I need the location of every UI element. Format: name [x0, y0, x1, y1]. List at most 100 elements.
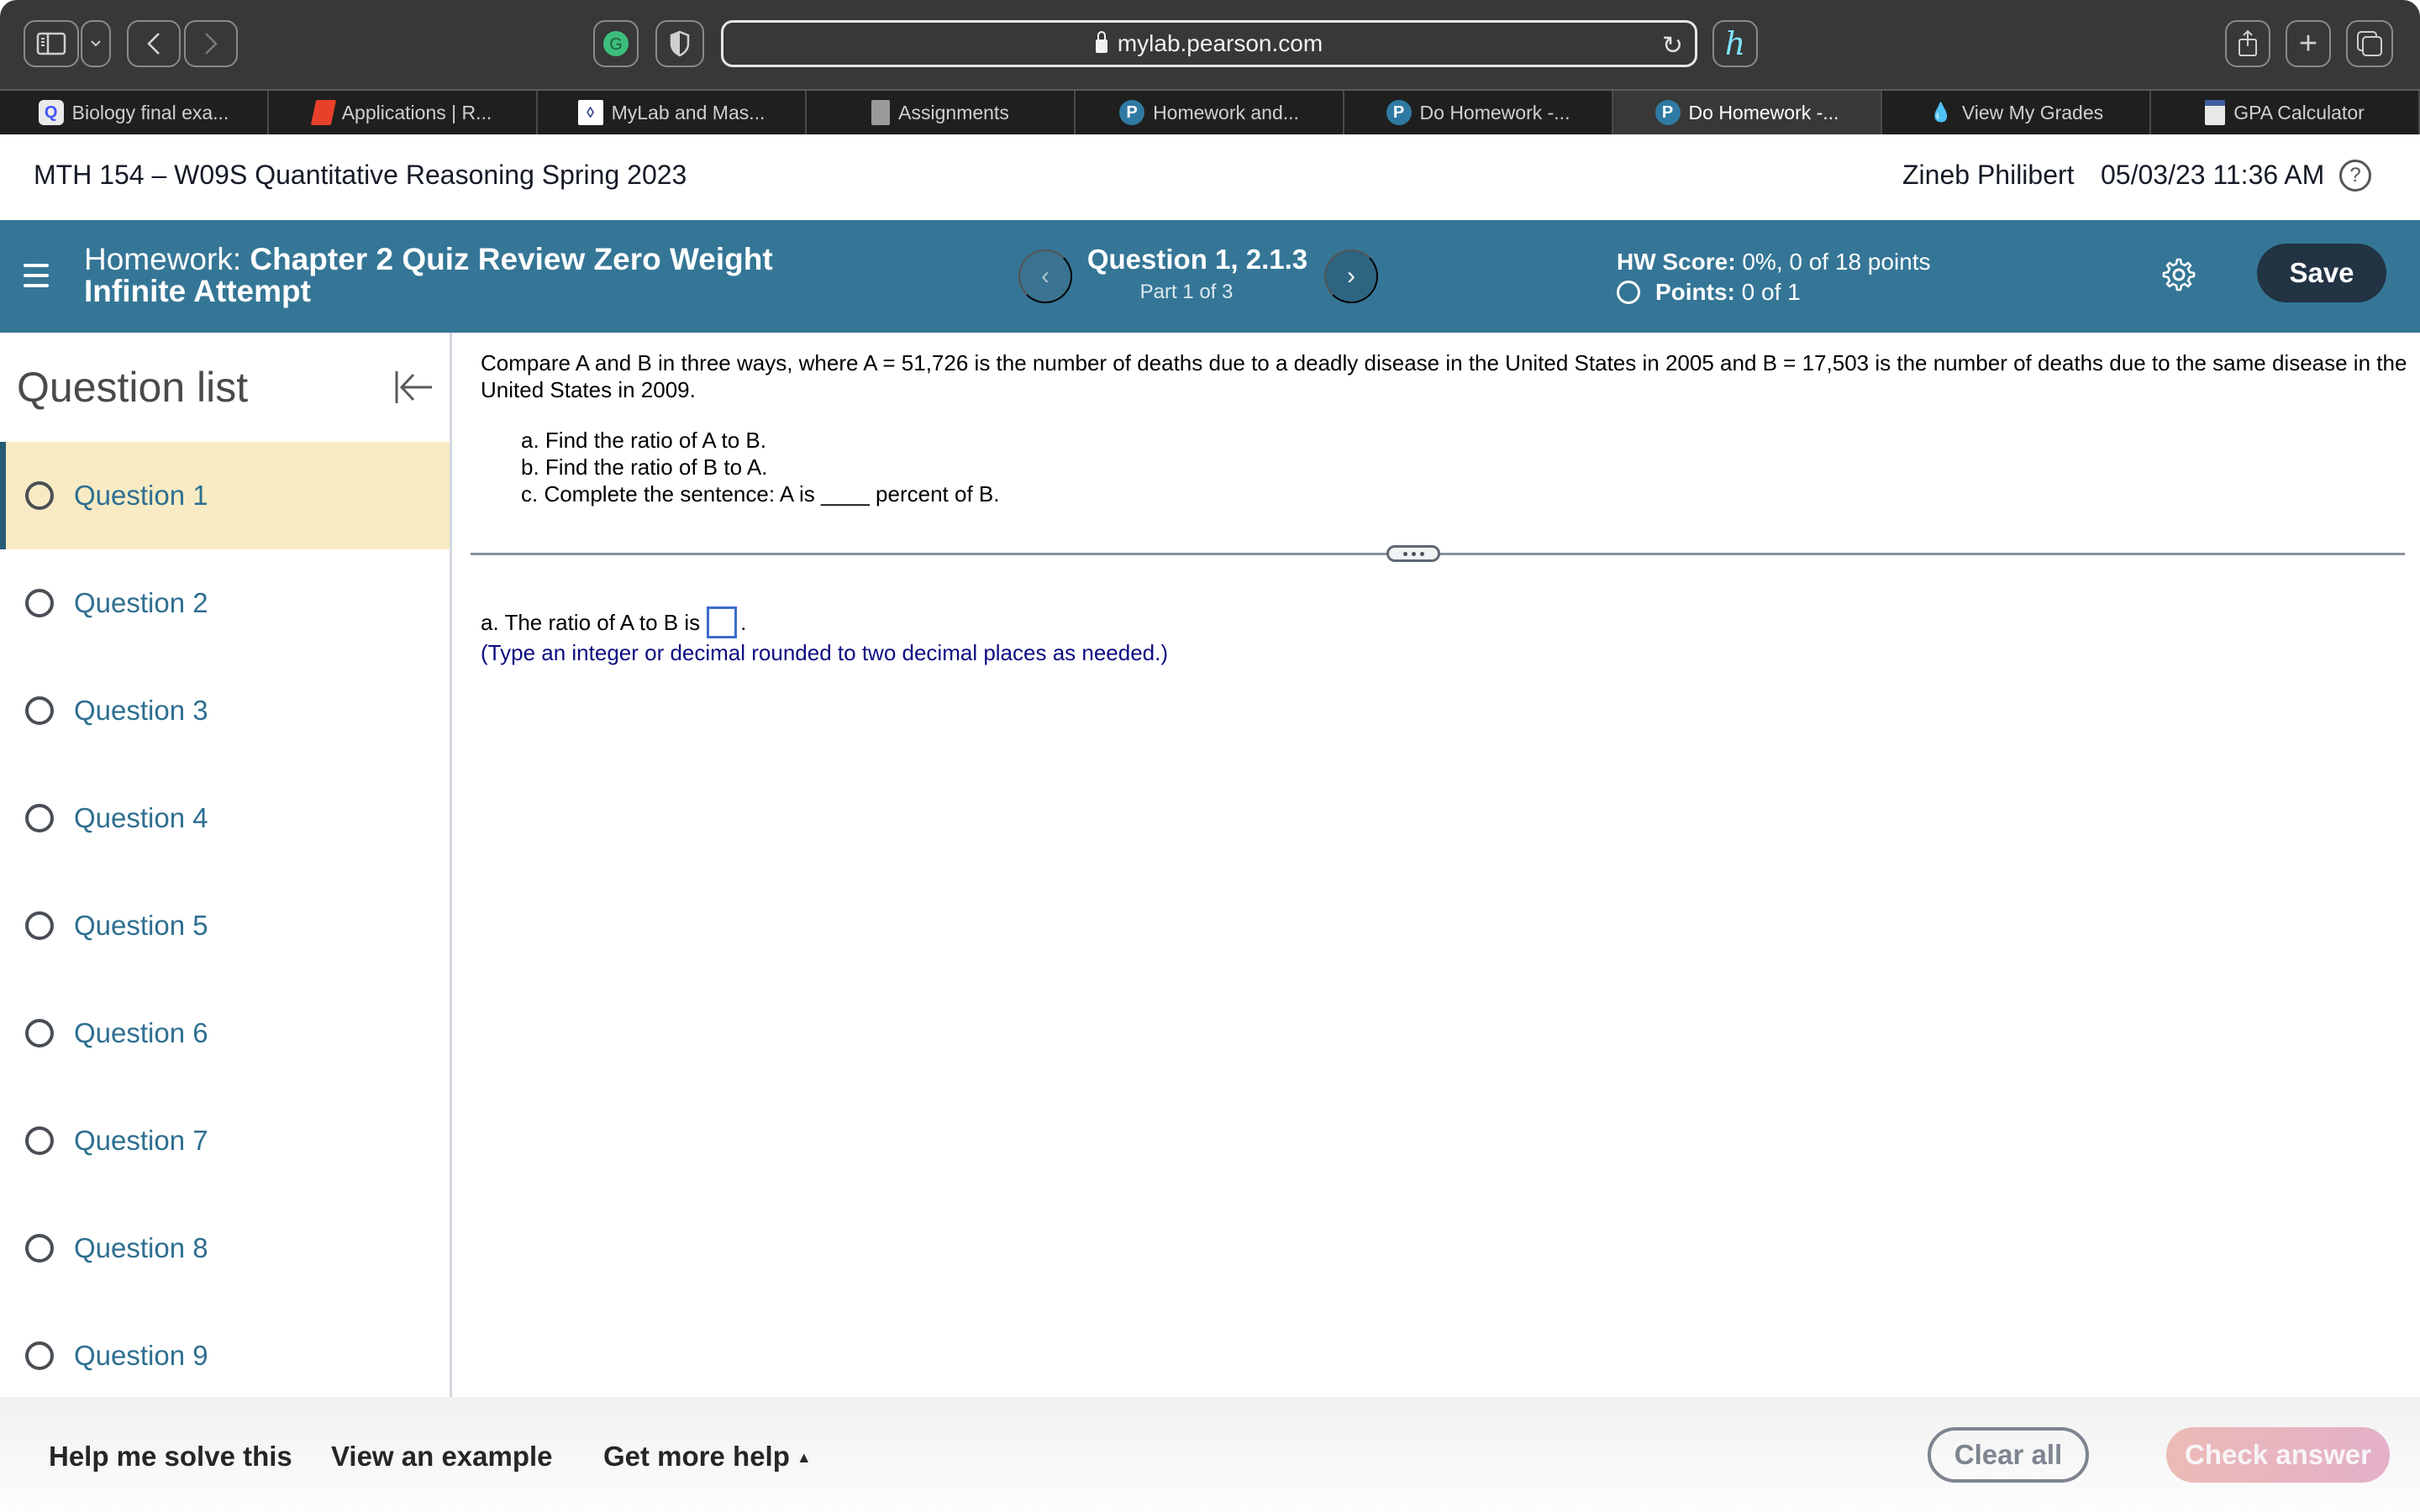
- question-list-item[interactable]: Question 8: [0, 1194, 450, 1302]
- question-parts: a. Find the ratio of A to B. b. Find the…: [521, 427, 999, 507]
- browser-tab[interactable]: P Do Homework -...: [1344, 91, 1613, 134]
- quizlet-icon: Q: [38, 100, 64, 125]
- hw-score-value: 0%, 0 of 18 points: [1742, 249, 1931, 275]
- browser-tab[interactable]: ◊ MyLab and Mas...: [538, 91, 807, 134]
- url-text: mylab.pearson.com: [1117, 30, 1323, 56]
- gear-icon[interactable]: [2161, 257, 2196, 292]
- check-answer-button[interactable]: Check answer: [2166, 1427, 2390, 1483]
- new-tab-icon: +: [2298, 26, 2318, 61]
- question-status-icon: [25, 804, 54, 832]
- browser-toolbar: G mylab.pearson.com ↻ h +: [0, 0, 2420, 89]
- collapse-sidebar-icon[interactable]: [393, 368, 435, 407]
- question-list-item[interactable]: Question 9: [0, 1302, 450, 1397]
- hw-score: HW Score: 0%, 0 of 18 points: [1617, 249, 1931, 276]
- privacy-extension-button[interactable]: [655, 20, 704, 67]
- tab-label: View My Grades: [1961, 101, 2104, 123]
- help-icon[interactable]: ?: [2339, 160, 2371, 192]
- pearson-icon: P: [1655, 100, 1681, 125]
- course-header: MTH 154 – W09S Quantitative Reasoning Sp…: [0, 134, 2420, 220]
- browser-tab[interactable]: Assignments: [807, 91, 1076, 134]
- next-question-button[interactable]: ›: [1324, 249, 1378, 303]
- sidebar-dropdown-button[interactable]: [81, 20, 111, 67]
- address-bar[interactable]: mylab.pearson.com ↻: [721, 20, 1697, 67]
- question-part-b: b. Find the ratio of B to A.: [521, 454, 768, 480]
- help-me-solve-this-button[interactable]: Help me solve this: [49, 1441, 292, 1473]
- flame-icon: 💧: [1929, 102, 1953, 123]
- browser-tab-active[interactable]: P Do Homework -...: [1613, 91, 1882, 134]
- homework-bar: Homework: Chapter 2 Quiz Review Zero Wei…: [0, 220, 2420, 333]
- tab-label: Homework and...: [1153, 101, 1299, 123]
- reload-icon[interactable]: ↻: [1662, 31, 1683, 60]
- browser-tab[interactable]: Q Biology final exa...: [0, 91, 269, 134]
- clear-all-button[interactable]: Clear all: [1928, 1427, 2089, 1483]
- caret-up-icon: ▲: [796, 1449, 812, 1466]
- course-title: MTH 154 – W09S Quantitative Reasoning Sp…: [34, 160, 687, 190]
- question-list-item[interactable]: Question 2: [0, 549, 450, 657]
- answer-line: a. The ratio of A to B is .: [481, 606, 746, 638]
- grammarly-extension-button[interactable]: G: [593, 20, 639, 67]
- question-label: Question 5: [74, 910, 208, 941]
- forward-button[interactable]: [184, 20, 238, 67]
- question-label: Question 1: [74, 480, 208, 511]
- get-more-help-label: Get more help: [603, 1441, 790, 1472]
- tab-label: Do Homework -...: [1688, 101, 1839, 123]
- share-button[interactable]: [2225, 20, 2270, 67]
- svg-text:G: G: [609, 35, 623, 54]
- forward-icon: [205, 33, 218, 55]
- new-tab-button[interactable]: +: [2286, 20, 2331, 67]
- save-button[interactable]: Save: [2257, 244, 2386, 302]
- rutgers-icon: [310, 100, 336, 125]
- question-status-icon: [25, 696, 54, 725]
- question-label: Question 9: [74, 1340, 208, 1371]
- question-label: Question 7: [74, 1125, 208, 1156]
- honey-extension-button[interactable]: h: [1712, 20, 1758, 67]
- browser-tab-bar: Q Biology final exa... Applications | R.…: [0, 89, 2420, 134]
- points: Points: 0 of 1: [1617, 279, 1801, 306]
- back-button[interactable]: [127, 20, 181, 67]
- question-list-item-active[interactable]: Question 1: [0, 442, 450, 549]
- browser-tab[interactable]: 💧 View My Grades: [1882, 91, 2151, 134]
- sidebar-title: Question list: [17, 364, 249, 411]
- answer-input[interactable]: [707, 606, 738, 638]
- browser-tab[interactable]: P Homework and...: [1076, 91, 1344, 134]
- document-icon: [871, 100, 891, 125]
- browser-tab[interactable]: Applications | R...: [269, 91, 538, 134]
- browser-tab[interactable]: GPA Calculator: [2151, 91, 2420, 134]
- pane-resize-handle[interactable]: [1386, 545, 1440, 562]
- view-an-example-button[interactable]: View an example: [331, 1441, 553, 1473]
- tab-label: Biology final exa...: [71, 101, 229, 123]
- lock-icon: [1095, 31, 1107, 53]
- question-list-item[interactable]: Question 4: [0, 764, 450, 872]
- tab-label: Do Homework -...: [1419, 101, 1570, 123]
- question-list-item[interactable]: Question 5: [0, 872, 450, 979]
- tab-label: GPA Calculator: [2233, 101, 2365, 123]
- previous-question-button[interactable]: ‹: [1018, 249, 1072, 303]
- question-part: Part 1 of 3: [1139, 281, 1234, 303]
- mylab-icon: ◊: [577, 100, 603, 125]
- question-list: Question 1 Question 2 Question 3 Questio…: [0, 442, 450, 1397]
- tab-overview-button[interactable]: [2346, 20, 2393, 67]
- answer-suffix: .: [740, 609, 747, 635]
- question-status-icon: [25, 481, 54, 510]
- chevron-down-icon: [91, 40, 101, 47]
- user-name: Zineb Philibert: [1902, 160, 2075, 190]
- question-label: Question 6: [74, 1017, 208, 1048]
- question-part-c: c. Complete the sentence: A is ____ perc…: [521, 481, 1000, 507]
- question-list-item[interactable]: Question 6: [0, 979, 450, 1087]
- question-status-icon: [25, 1019, 54, 1047]
- sidebar-toggle-button[interactable]: [24, 20, 79, 67]
- homework-label: Homework:: [84, 242, 242, 276]
- points-label: Points:: [1655, 279, 1735, 305]
- get-more-help-button[interactable]: Get more help ▲: [603, 1441, 812, 1473]
- question-status-icon: [25, 911, 54, 940]
- tab-overview-icon: [2357, 31, 2382, 56]
- question-label: Question 3: [74, 695, 208, 726]
- menu-icon[interactable]: [24, 264, 49, 287]
- pearson-icon: P: [1119, 100, 1145, 125]
- question-status-icon: [25, 1341, 54, 1370]
- question-status-icon: [25, 1126, 54, 1155]
- shield-icon: [670, 30, 690, 57]
- question-list-item[interactable]: Question 3: [0, 657, 450, 764]
- datetime: 05/03/23 11:36 AM: [2101, 160, 2325, 190]
- question-list-item[interactable]: Question 7: [0, 1087, 450, 1194]
